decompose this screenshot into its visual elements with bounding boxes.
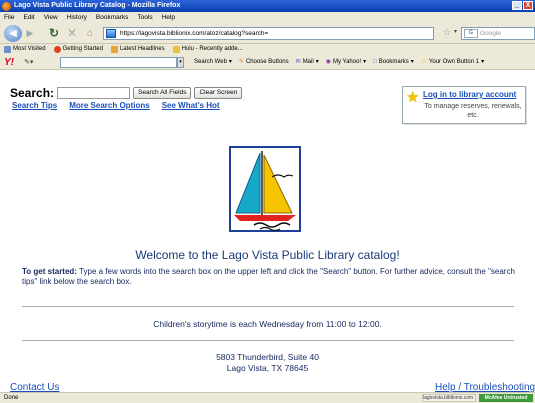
yahoo-search-dropdown-icon[interactable]: ▾ (177, 57, 184, 68)
google-engine-icon[interactable]: G (464, 29, 478, 38)
your-own-button[interactable]: ☺ Your Own Button 1 ▾ (420, 55, 484, 69)
get-started-paragraph: To get started: Type a few words into th… (22, 267, 517, 287)
toolbar-label: Search Web (194, 59, 227, 65)
reload-icon: ↻ (48, 26, 60, 40)
url-dropdown-icon[interactable]: ▾ (454, 28, 457, 35)
home-button[interactable]: ⌂ (84, 26, 96, 41)
menu-history[interactable]: History (67, 12, 87, 23)
see-whats-hot-link[interactable]: See What's Hot (162, 101, 220, 110)
forward-button[interactable]: ▶ (23, 26, 37, 41)
menu-tools[interactable]: Tools (137, 12, 152, 23)
divider (22, 306, 514, 307)
bookmarks-icon: □ (373, 59, 377, 65)
library-sailboat-logo (229, 146, 301, 232)
most-visited-icon (4, 46, 11, 53)
mcafee-badge[interactable]: McAfee Untrusted (479, 394, 533, 402)
window-controls: _ X (512, 1, 533, 10)
menu-bookmarks[interactable]: Bookmarks (96, 12, 129, 23)
status-site: lagovista.biblionix.com (422, 394, 476, 402)
get-started-text: Type a few words into the search box on … (22, 267, 515, 286)
catalog-search-form: Search: Search All Fields Clear Screen (10, 86, 245, 100)
star-icon: ★ (406, 89, 420, 106)
window-title: Lago Vista Public Library Catalog - Mozi… (14, 2, 181, 9)
window-titlebar: Lago Vista Public Library Catalog - Mozi… (0, 0, 535, 12)
yahoo-search-web-button[interactable]: Search Web ▾ (194, 55, 232, 69)
yahoo-choose-buttons[interactable]: ✎ Choose Buttons (238, 55, 289, 69)
bookmark-latest-headlines[interactable]: Latest Headlines (110, 44, 165, 55)
rss-icon (110, 46, 118, 53)
yahoo-search-input[interactable] (60, 57, 177, 68)
stop-button[interactable]: ✕ (66, 26, 78, 41)
divider (22, 340, 514, 341)
toolbar-label: My Yahoo! (332, 59, 362, 65)
yahoo-mail-button[interactable]: ✉ Mail ▾ (295, 55, 319, 69)
bookmarks-toolbar: Most Visited Getting Started Latest Head… (0, 44, 535, 55)
firefox-icon (2, 2, 11, 11)
menu-view[interactable]: View (44, 12, 58, 23)
yahoo-toolbar-buttons: Search Web ▾ ✎ Choose Buttons ✉ Mail ▾ ◉ My Y… (194, 55, 484, 69)
catalog-search-input[interactable] (57, 87, 131, 99)
bookmark-label: Most Visited (13, 46, 46, 52)
back-button[interactable]: ◀ (4, 25, 22, 42)
bookmark-hulu[interactable]: Hulu - Recently adde... (172, 44, 243, 55)
toolbar-label: Bookmarks (378, 59, 409, 65)
address-line-2: Lago Vista, TX 78645 (226, 363, 309, 373)
bookmark-label: Latest Headlines (119, 46, 165, 52)
address-line-1: 5803 Thunderbird, Suite 40 (216, 352, 319, 362)
page-content: Search: Search All Fields Clear Screen S… (0, 70, 535, 393)
bookmark-label: Hulu - Recently adde... (181, 46, 243, 52)
toolbar-label: Choose Buttons (245, 59, 289, 65)
folder-icon (172, 46, 180, 53)
menu-bar: File Edit View History Bookmarks Tools H… (0, 12, 535, 23)
toolbar-label: Mail (302, 59, 314, 65)
bookmark-star-icon[interactable]: ☆ (443, 27, 451, 38)
url-bar[interactable]: https://lagovista.biblionix.com/atoz/cat… (103, 27, 434, 40)
more-search-options-link[interactable]: More Search Options (69, 101, 149, 110)
getting-started-icon (53, 46, 61, 53)
search-all-fields-button[interactable]: Search All Fields (133, 87, 192, 99)
search-links: Search Tips More Search Options See What… (12, 101, 220, 110)
yahoo-toolbar: Y! ✎▾ ▾ Search Web ▾ ✎ Choose Buttons ✉ Mai… (0, 55, 535, 70)
pencil-icon: ✎ (238, 59, 244, 65)
browser-search-placeholder: Google (480, 30, 501, 37)
mail-icon: ✉ (295, 59, 301, 65)
search-label: Search: (10, 86, 55, 100)
login-link[interactable]: Log in to library account (423, 90, 516, 99)
home-icon: ⌂ (86, 28, 94, 39)
search-tips-link[interactable]: Search Tips (12, 101, 57, 110)
navigation-toolbar: ◀ ▶ ↻ ✕ ⌂ https://lagovista.biblionix.co… (0, 23, 535, 44)
pencil-icon[interactable]: ✎▾ (24, 55, 33, 69)
login-panel: ★ Log in to library account To manage re… (402, 86, 526, 124)
menu-help[interactable]: Help (162, 12, 175, 23)
yahoo-bookmarks-button[interactable]: □ Bookmarks ▾ (373, 55, 414, 69)
site-identity-icon[interactable] (106, 29, 116, 38)
clear-screen-button[interactable]: Clear Screen (194, 87, 243, 99)
get-started-label: To get started: (22, 267, 77, 276)
minimize-button[interactable]: _ (512, 1, 522, 10)
login-description: To manage reserves, renewals, etc. (424, 103, 522, 119)
person-icon: ☺ (420, 59, 427, 65)
storytime-notice: Children's storytime is each Wednesday f… (153, 319, 382, 329)
library-address: 5803 Thunderbird, Suite 40 Lago Vista, T… (0, 352, 535, 374)
forward-arrow-icon: ▶ (26, 28, 34, 38)
reload-button[interactable]: ↻ (48, 26, 60, 41)
status-text: Done (4, 395, 19, 401)
back-arrow-icon: ◀ (9, 28, 17, 39)
menu-file[interactable]: File (4, 12, 14, 23)
yahoo-logo[interactable]: Y! (4, 56, 14, 69)
my-yahoo-button[interactable]: ◉ My Yahoo! ▾ (325, 55, 366, 69)
url-text: https://lagovista.biblionix.com/atoz/cat… (120, 30, 269, 37)
close-button[interactable]: X (523, 1, 533, 10)
bookmark-label: Getting Started (62, 46, 103, 52)
welcome-heading: Welcome to the Lago Vista Public Library… (135, 248, 400, 262)
menu-edit[interactable]: Edit (23, 12, 34, 23)
my-yahoo-icon: ◉ (325, 59, 331, 65)
status-bar: Done lagovista.biblionix.com McAfee Untr… (0, 392, 535, 403)
stop-icon: ✕ (66, 26, 78, 40)
browser-search-box[interactable]: G Google (461, 27, 535, 40)
bookmark-getting-started[interactable]: Getting Started (53, 44, 103, 55)
bookmark-most-visited[interactable]: Most Visited (4, 44, 46, 55)
toolbar-label: Your Own Button 1 (428, 59, 480, 65)
